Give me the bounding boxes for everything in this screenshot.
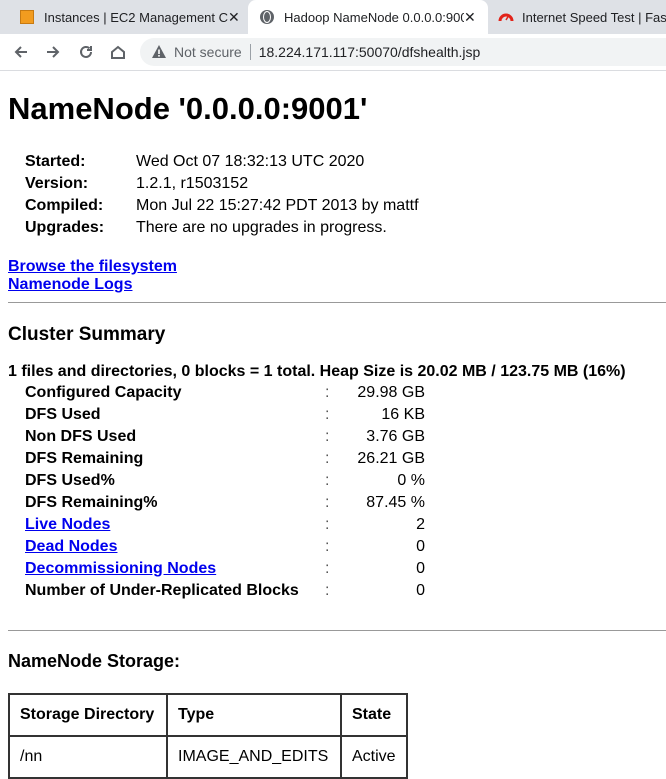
back-icon[interactable] xyxy=(9,40,33,64)
close-icon[interactable]: ✕ xyxy=(464,9,476,26)
info-label: Started: xyxy=(25,153,86,170)
tab-title: Hadoop NameNode 0.0.0.0:9001 xyxy=(284,9,464,25)
info-value: Mon Jul 22 15:27:42 PDT 2013 by mattf xyxy=(136,197,419,214)
browse-filesystem-link[interactable]: Browse the filesystem xyxy=(8,258,177,276)
namenode-logs-link[interactable]: Namenode Logs xyxy=(8,276,132,294)
decommissioning-nodes-link[interactable]: Decommissioning Nodes xyxy=(25,560,216,577)
namenode-storage-heading: NameNode Storage: xyxy=(8,651,181,671)
separator: : xyxy=(325,406,330,423)
close-icon[interactable]: ✕ xyxy=(228,9,240,26)
cluster-row: Non DFS Used : 3.76 GB xyxy=(25,428,425,450)
warning-icon[interactable] xyxy=(150,43,168,61)
live-nodes-link[interactable]: Live Nodes xyxy=(25,516,110,533)
summary-line: 1 files and directories, 0 blocks = 1 to… xyxy=(8,363,626,380)
separator: : xyxy=(325,516,330,533)
aws-icon xyxy=(20,10,34,24)
tab-fast[interactable]: Internet Speed Test | Fast.co xyxy=(488,0,666,34)
separator: : xyxy=(325,472,330,489)
info-label: Compiled: xyxy=(25,197,104,214)
separator: : xyxy=(325,384,330,401)
table-cell: /nn xyxy=(8,735,168,779)
row-label: Number of Under-Replicated Blocks xyxy=(25,582,299,599)
cluster-row: Live Nodes : 2 xyxy=(25,516,425,538)
column-header: State xyxy=(340,693,408,737)
cluster-row: Configured Capacity : 29.98 GB xyxy=(25,384,425,406)
row-label: Configured Capacity xyxy=(25,384,182,401)
browser-toolbar: Not secure 18.224.171.117:50070/dfshealt… xyxy=(0,34,666,71)
divider xyxy=(8,630,666,631)
column-header: Storage Directory xyxy=(8,693,168,737)
divider xyxy=(249,44,251,60)
cluster-row: Decommissioning Nodes : 0 xyxy=(25,560,425,582)
table-cell: IMAGE_AND_EDITS xyxy=(166,735,342,779)
info-value: There are no upgrades in progress. xyxy=(136,219,387,236)
row-value: 87.45 % xyxy=(366,494,425,511)
row-value: 0 xyxy=(416,582,425,599)
cluster-row: Dead Nodes : 0 xyxy=(25,538,425,560)
row-label: DFS Remaining xyxy=(25,450,144,467)
cluster-row: DFS Remaining% : 87.45 % xyxy=(25,494,425,516)
column-header: Type xyxy=(166,693,342,737)
tab-hadoop-namenode[interactable]: Hadoop NameNode 0.0.0.0:9001 ✕ xyxy=(248,0,488,34)
info-label: Upgrades: xyxy=(25,219,105,236)
row-label: Non DFS Used xyxy=(25,428,137,445)
reload-icon[interactable] xyxy=(74,40,98,64)
row-label: DFS Used xyxy=(25,406,101,423)
cluster-row: DFS Remaining : 26.21 GB xyxy=(25,450,425,472)
info-value: 1.2.1, r1503152 xyxy=(136,175,249,192)
row-value: 2 xyxy=(416,516,425,533)
separator: : xyxy=(325,560,330,577)
row-value: 3.76 GB xyxy=(366,428,425,445)
home-icon[interactable] xyxy=(106,40,130,64)
table-row: /nn IMAGE_AND_EDITS Active xyxy=(8,735,408,779)
divider xyxy=(8,302,666,303)
storage-table: Storage Directory Type State /nn IMAGE_A… xyxy=(8,693,408,779)
table-header-row: Storage Directory Type State xyxy=(8,693,408,737)
cluster-row: Number of Under-Replicated Blocks : 0 xyxy=(25,582,425,604)
row-label: DFS Used% xyxy=(25,472,115,489)
separator: : xyxy=(325,450,330,467)
cluster-summary-heading: Cluster Summary xyxy=(8,324,166,345)
tab-title: Internet Speed Test | Fast.co xyxy=(522,9,666,25)
security-label[interactable]: Not secure xyxy=(174,44,242,60)
row-value: 0 % xyxy=(397,472,425,489)
row-label: DFS Remaining% xyxy=(25,494,158,511)
info-label: Version: xyxy=(25,175,89,192)
row-value: 26.21 GB xyxy=(357,450,425,467)
forward-icon[interactable] xyxy=(41,40,65,64)
cluster-row: DFS Used : 16 KB xyxy=(25,406,425,428)
tab-strip: Instances | EC2 Management Con ✕ Hadoop … xyxy=(0,0,666,34)
separator: : xyxy=(325,428,330,445)
tab-title: Instances | EC2 Management Con xyxy=(44,9,228,25)
dead-nodes-link[interactable]: Dead Nodes xyxy=(25,538,117,555)
page-title: NameNode '0.0.0.0:9001' xyxy=(8,91,368,126)
cluster-row: DFS Used% : 0 % xyxy=(25,472,425,494)
row-value: 29.98 GB xyxy=(357,384,425,401)
address-bar[interactable]: Not secure 18.224.171.117:50070/dfshealt… xyxy=(140,38,666,66)
row-value: 0 xyxy=(416,538,425,555)
fast-icon xyxy=(498,9,514,28)
tab-ec2[interactable]: Instances | EC2 Management Con ✕ xyxy=(8,0,248,34)
url-text[interactable]: 18.224.171.117:50070/dfshealth.jsp xyxy=(259,44,481,60)
separator: : xyxy=(325,494,330,511)
row-value: 0 xyxy=(416,560,425,577)
separator: : xyxy=(325,582,330,599)
info-value: Wed Oct 07 18:32:13 UTC 2020 xyxy=(136,153,365,170)
row-value: 16 KB xyxy=(381,406,425,423)
table-cell: Active xyxy=(340,735,408,779)
separator: : xyxy=(325,538,330,555)
globe-icon xyxy=(260,10,274,24)
